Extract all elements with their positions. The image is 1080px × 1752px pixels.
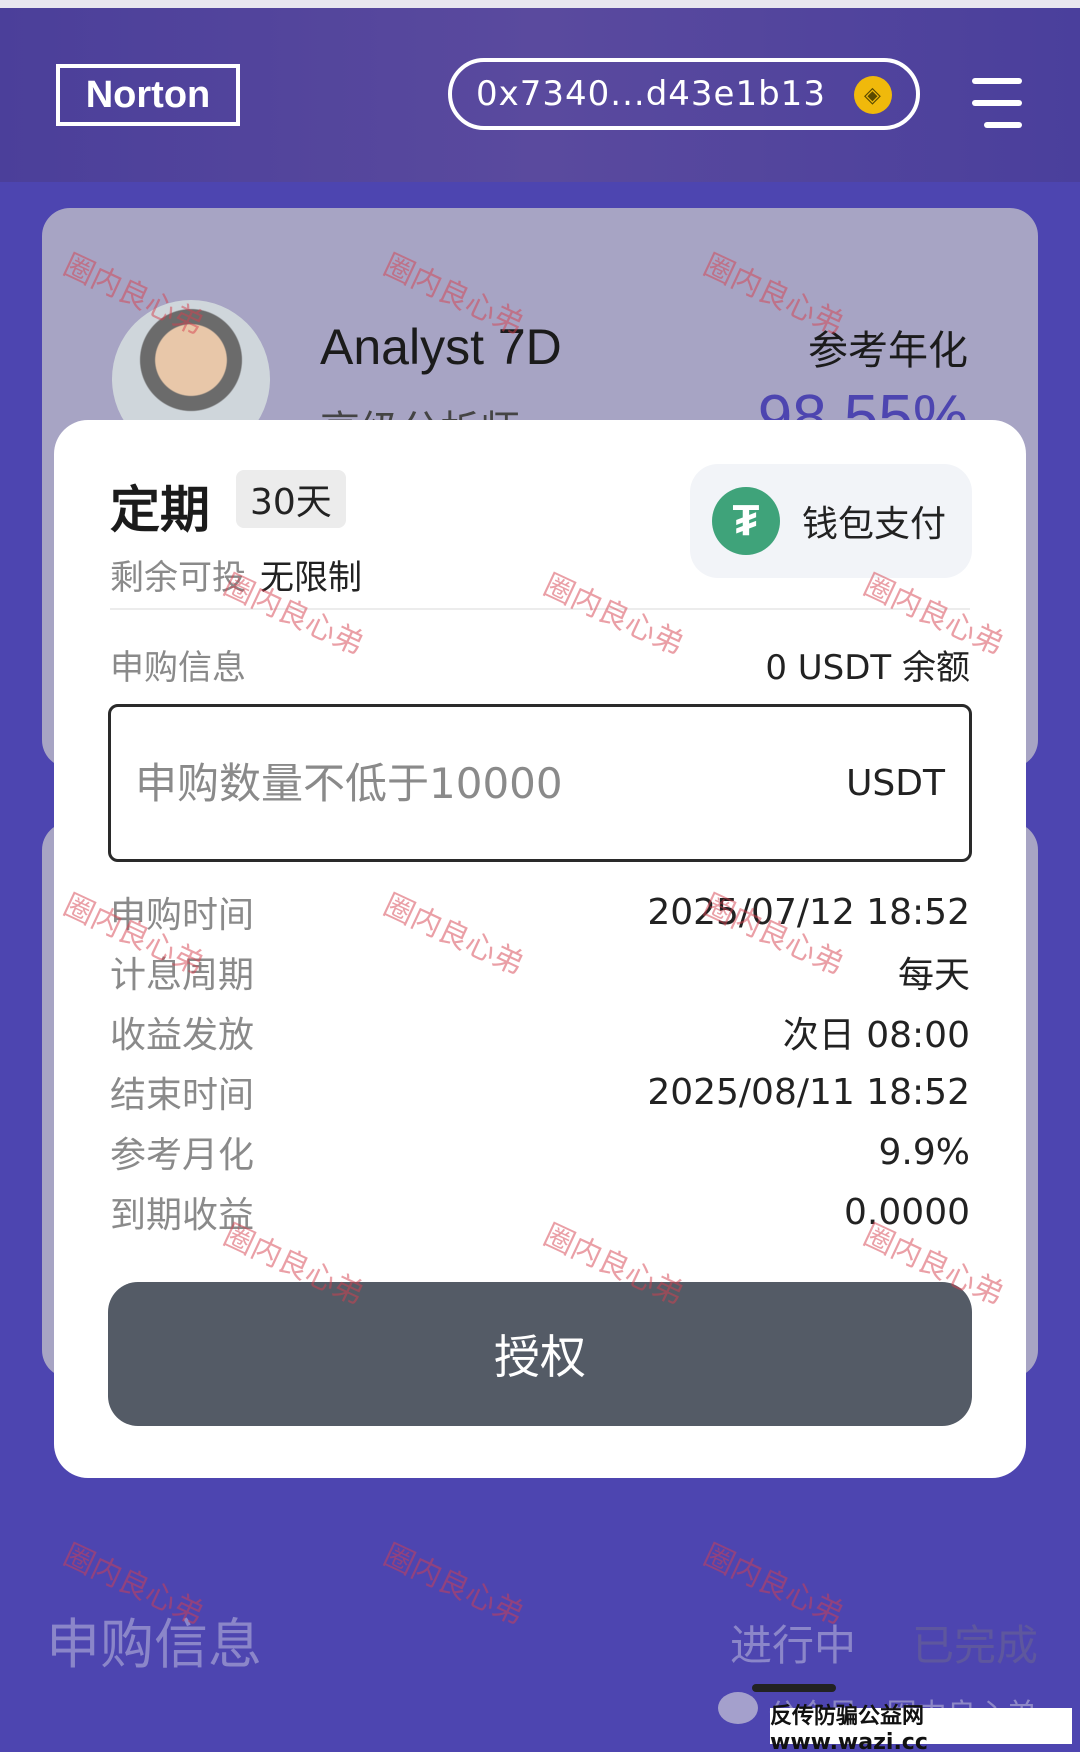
footer-badge: 反传防骗公益网 www.wazi.cc (770, 1704, 1072, 1752)
wallet-address-button[interactable]: 0x7340...d43e1b13 ◈ (448, 58, 920, 130)
detail-value: 2025/07/12 18:52 (647, 891, 970, 933)
detail-value: 9.9% (878, 1131, 970, 1173)
amount-unit: USDT (846, 762, 945, 804)
menu-bar (972, 78, 1022, 84)
detail-label: 结束时间 (110, 1075, 255, 1116)
detail-row: 收益发放 次日 08:00 (110, 1002, 970, 1062)
wallet-address: 0x7340...d43e1b13 (476, 74, 826, 114)
section-title: 申购信息 (46, 1613, 262, 1676)
watermark: 圈内良心弟 (378, 1537, 529, 1633)
detail-label: 参考月化 (110, 1135, 255, 1176)
amount-input[interactable] (135, 758, 735, 808)
app-header: Norton 0x7340...d43e1b13 ◈ (0, 8, 1080, 182)
detail-value: 0.0000 (844, 1191, 970, 1233)
detail-value: 2025/08/11 18:52 (647, 1071, 970, 1113)
subscription-info-row: 申购信息 0 USDT 余额 (110, 640, 970, 689)
detail-row: 计息周期 每天 (110, 942, 970, 1002)
tab-completed[interactable]: 已完成 (912, 1612, 1038, 1673)
tether-icon: ₮ (712, 487, 780, 555)
modal-title: 定期 (110, 481, 210, 539)
subscribe-modal: 定期 30天 ₮ 钱包支付 剩余可投无限制 申购信息 0 USDT 余额 USD… (54, 420, 1026, 1478)
pay-method-label: 钱包支付 (802, 504, 947, 545)
amount-input-box[interactable]: USDT (108, 704, 972, 862)
detail-row: 结束时间 2025/08/11 18:52 (110, 1062, 970, 1122)
detail-row: 申购时间 2025/07/12 18:52 (110, 882, 970, 942)
detail-list: 申购时间 2025/07/12 18:52 计息周期 每天 收益发放 次日 08:00… (110, 882, 970, 1242)
detail-row: 到期收益 0.0000 (110, 1182, 970, 1242)
menu-bar (972, 100, 1022, 106)
detail-value: 每天 (897, 955, 970, 996)
balance-value: 0 USDT 余额 (765, 648, 970, 688)
detail-label: 计息周期 (110, 955, 255, 996)
detail-row: 参考月化 9.9% (110, 1122, 970, 1182)
remaining-quota: 剩余可投 无限制 (110, 550, 362, 599)
wallet-pay-button[interactable]: ₮ 钱包支付 (690, 464, 972, 578)
detail-value: 次日 08:00 (782, 1015, 970, 1056)
remaining-value: 无限制 (260, 558, 362, 598)
term-tag: 30天 (236, 470, 346, 528)
wechat-icon (718, 1692, 758, 1724)
norton-logo[interactable]: Norton (56, 64, 240, 126)
detail-label: 收益发放 (110, 1015, 255, 1056)
bnb-icon: ◈ (854, 76, 892, 114)
detail-label: 到期收益 (110, 1195, 255, 1236)
authorize-button[interactable]: 授权 (108, 1282, 972, 1426)
top-status-strip (0, 0, 1080, 8)
annual-rate-label: 参考年化 (808, 328, 968, 374)
analyst-name: Analyst 7D (320, 319, 562, 375)
menu-bar (984, 122, 1022, 128)
subscription-info-label: 申购信息 (110, 648, 246, 688)
tab-in-progress[interactable]: 进行中 (730, 1612, 856, 1673)
divider (110, 608, 970, 610)
hamburger-menu-icon[interactable] (972, 78, 1028, 132)
remaining-label: 剩余可投 (110, 558, 246, 598)
detail-label: 申购时间 (110, 895, 255, 936)
